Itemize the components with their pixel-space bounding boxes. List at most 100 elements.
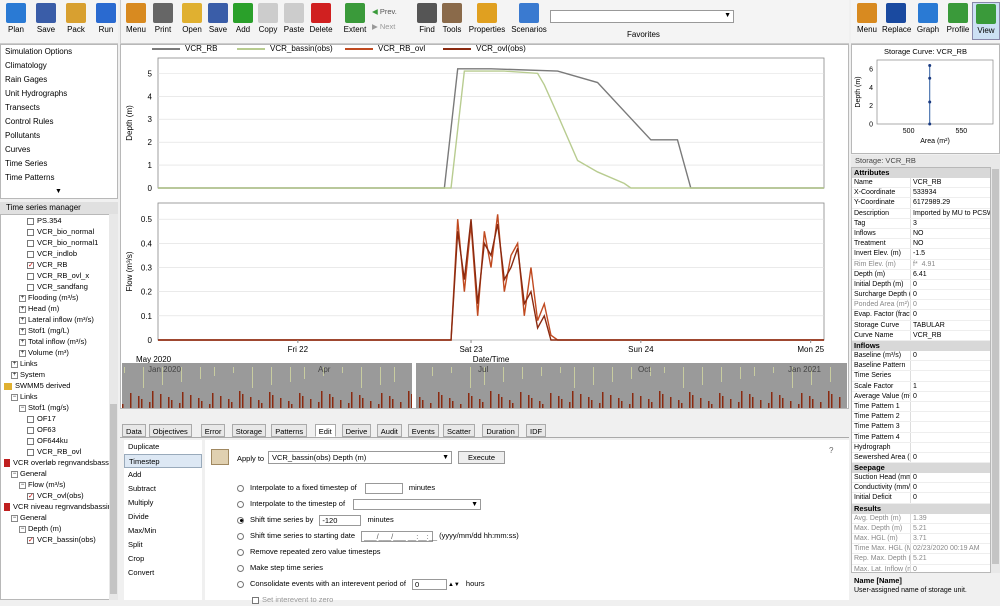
prop-row[interactable]: Initial Deficit 0	[852, 493, 990, 504]
prop-value[interactable]: 6172989.29	[910, 198, 990, 208]
toolbar-view-button[interactable]: View	[972, 2, 1000, 40]
op-max-min[interactable]: Max/Min	[124, 524, 202, 538]
radio-make-step[interactable]	[237, 564, 244, 572]
tree-checkbox[interactable]: ✓	[27, 536, 34, 544]
prop-row[interactable]: Evap. Factor (fraction)0	[852, 310, 990, 321]
toolbar-save-button[interactable]: Save	[204, 2, 232, 40]
prop-row[interactable]: Y-Coordinate 6172989.29	[852, 198, 990, 209]
prop-value[interactable]: NO	[910, 239, 990, 249]
tree-row[interactable]: + Stof1 (mg/L)	[1, 325, 117, 336]
tab-idf[interactable]: IDF	[526, 424, 547, 437]
tree-checkbox[interactable]	[27, 239, 34, 247]
timestep-of-dropdown[interactable]: ▼	[353, 498, 482, 510]
collapse-icon[interactable]: −	[11, 393, 18, 401]
prop-row[interactable]: Time Pattern 4	[852, 432, 990, 443]
opt-timestep-of[interactable]: Interpolate to the timestep of ▼	[237, 498, 482, 510]
shift-by-input[interactable]: -120	[319, 514, 362, 526]
tree-row[interactable]: VCR niveau regnvandsbassin 2	[1, 501, 117, 512]
tree-checkbox[interactable]	[27, 426, 34, 434]
prop-value[interactable]: 0	[910, 279, 990, 290]
prop-row[interactable]: Inflows NO	[852, 228, 990, 240]
tree-checkbox[interactable]	[27, 448, 34, 456]
expand-icon[interactable]: +	[11, 371, 18, 379]
prop-row[interactable]: Time Series	[852, 371, 990, 382]
expand-icon[interactable]: +	[11, 360, 18, 368]
tree-checkbox[interactable]	[27, 272, 34, 280]
prop-value[interactable]: 02/23/2020 00:19 AM	[910, 544, 990, 554]
collapse-icon[interactable]: −	[19, 481, 26, 489]
prop-row[interactable]: Time Max. HGL (Mon)02/23/2020 00:19 AM	[852, 544, 990, 555]
toolbar-tools-button[interactable]: Tools	[438, 2, 466, 40]
prop-row[interactable]: Avg. Depth (m) 1.39	[852, 513, 990, 524]
collapse-icon[interactable]: −	[11, 514, 18, 522]
radio-remove-zero[interactable]	[237, 548, 244, 556]
tree-row[interactable]: − Stof1 (mg/s)	[1, 402, 117, 413]
prop-value[interactable]: f* 4.91	[910, 259, 990, 269]
prop-row[interactable]: Depth (m) 6.41	[852, 269, 990, 280]
toolbar-copy-button[interactable]: Copy	[254, 2, 282, 40]
opt-shift-start[interactable]: Shift time series to starting date ___/__…	[237, 530, 519, 542]
prop-value[interactable]	[910, 442, 990, 452]
prop-value[interactable]: 0	[910, 473, 990, 483]
tree-row[interactable]: + Links	[1, 358, 117, 369]
tree-row[interactable]: − Depth (m)	[1, 523, 117, 534]
chart-svg[interactable]: 0 1 2 3 4 5 Depth (m) 0 0.1 0.2 0.3 0.4 0.5 Flow (m³/…	[120, 44, 849, 409]
storage-curve-point[interactable]	[928, 76, 932, 80]
tree-row[interactable]: VCR_bio_normal	[1, 226, 117, 237]
tree-row[interactable]: + Head (m)	[1, 303, 117, 314]
nav-item-simulation-options[interactable]: Simulation Options	[1, 45, 117, 59]
op-split[interactable]: Split	[124, 538, 202, 552]
tab-storage[interactable]: Storage	[231, 424, 267, 437]
tree-row[interactable]: VCR_bio_normal1	[1, 237, 117, 248]
tree-row[interactable]: − Flow (m³/s)	[1, 479, 117, 490]
tree-checkbox[interactable]	[27, 228, 34, 236]
storage-curve-point[interactable]	[928, 100, 932, 104]
prop-value[interactable]: 0	[910, 564, 990, 572]
opt-consolidate[interactable]: Consolidate events with an interevent pe…	[237, 578, 485, 590]
nav-item-climatology[interactable]: Climatology	[1, 59, 117, 73]
toolbar-open-button[interactable]: Open	[178, 2, 206, 40]
prop-value[interactable]	[910, 401, 990, 412]
storage-curve-chart[interactable]: 0 2 4 6 500 550 Depth (m) Area (m²)	[851, 56, 1000, 154]
prop-value[interactable]: 1	[910, 381, 990, 391]
start-date-input[interactable]: ___/___/___ __:__:__	[361, 530, 437, 542]
prop-value[interactable]: 5.21	[910, 523, 990, 533]
tab-audit[interactable]: Audit	[376, 424, 402, 437]
nav-item-time-series[interactable]: Time Series	[1, 157, 117, 171]
tree-row[interactable]: OF63	[1, 424, 117, 435]
prop-value[interactable]: VCR_RB	[910, 330, 990, 340]
prop-row[interactable]: Conductivity (mm/hr)0	[852, 483, 990, 494]
tab-patterns[interactable]: Patterns	[271, 424, 308, 437]
nav-item-control-rules[interactable]: Control Rules	[1, 115, 117, 129]
toolbar-paste-button[interactable]: Paste	[280, 2, 308, 40]
prop-row[interactable]: Rep. Max. Depth (m)5.21	[852, 554, 990, 565]
prop-row[interactable]: Time Pattern 1	[852, 401, 990, 413]
tree-row[interactable]: ✓ VCR_RB	[1, 259, 117, 270]
tree-row[interactable]: − General	[1, 468, 117, 479]
tree-row[interactable]: VCR_indlob	[1, 248, 117, 259]
toolbar-extent-button[interactable]: Extent	[341, 2, 369, 40]
prop-value[interactable]: 533934	[910, 188, 990, 198]
tab-edit[interactable]: Edit	[314, 424, 336, 437]
tab-derive[interactable]: Derive	[341, 424, 372, 437]
tree-row[interactable]: VCR_RB_ovl	[1, 446, 117, 457]
prop-row[interactable]: Surcharge Depth (m)0	[852, 290, 990, 301]
toolbar-graph-button[interactable]: Graph	[914, 2, 942, 40]
prop-value[interactable]	[910, 412, 990, 422]
storage-curve-point[interactable]	[928, 122, 932, 126]
expand-icon[interactable]: +	[19, 327, 26, 335]
toolbar-menu-button[interactable]: Menu	[853, 2, 881, 40]
prop-value[interactable]: NO	[910, 228, 990, 239]
prop-row[interactable]: Time Pattern 3	[852, 422, 990, 433]
tab-data[interactable]: Data	[122, 424, 146, 437]
tree-row[interactable]: PS.354	[1, 215, 117, 226]
prop-row[interactable]: Treatment NO	[852, 239, 990, 250]
op-duplicate[interactable]: Duplicate	[124, 440, 202, 454]
tree-scrollbar[interactable]	[109, 214, 118, 600]
prop-value[interactable]: 0	[910, 391, 990, 401]
tab-objectives[interactable]: Objectives	[148, 424, 192, 437]
expand-icon[interactable]: +	[19, 349, 26, 357]
prop-row[interactable]: Max. Lat. Inflow (m³/s)0	[852, 564, 990, 572]
tree-checkbox[interactable]: ✓	[27, 261, 34, 269]
tree-row[interactable]: ✓ VCR_bassin(obs)	[1, 534, 117, 545]
